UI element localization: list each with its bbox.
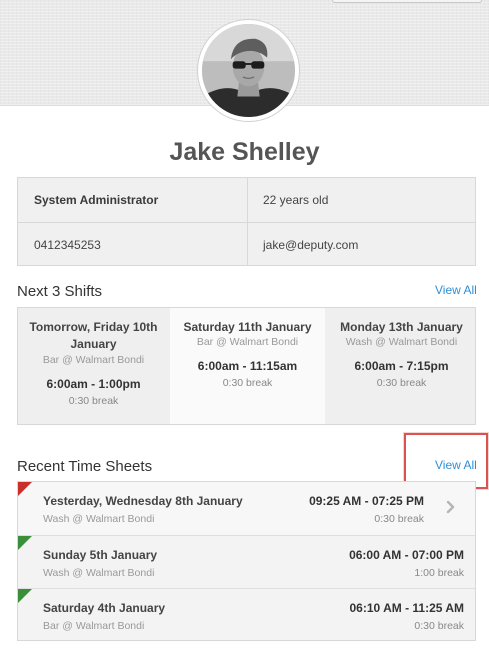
shift-time: 6:00am - 1:00pm [46, 377, 141, 391]
timesheet-status-flag [18, 482, 32, 496]
phone-value: 0412345253 [34, 238, 101, 252]
shifts-view-all-link[interactable]: View All [435, 283, 477, 297]
shift-card[interactable]: Saturday 11th January Bar @ Walmart Bond… [170, 308, 325, 424]
profile-info-table: System Administrator 22 years old 041234… [17, 177, 476, 266]
timesheet-time: 09:25 AM - 07:25 PM [309, 494, 424, 508]
header-tab[interactable] [332, 0, 482, 3]
shift-break: 0:30 break [222, 377, 273, 389]
timesheet-break: 0:30 break [374, 513, 424, 525]
timesheet-day: Yesterday, Wednesday 8th January [43, 494, 243, 508]
email-value: jake@deputy.com [263, 238, 359, 252]
profile-name: Jake Shelley [169, 138, 320, 166]
shift-day-line1: Saturday 11th January [183, 320, 312, 334]
avatar [198, 20, 299, 121]
role-value: System Administrator [34, 193, 159, 207]
recent-timesheets-title: Recent Time Sheets [17, 458, 153, 475]
timesheet-day: Sunday 5th January [43, 548, 158, 562]
timesheet-status-flag [18, 589, 32, 603]
shift-location: Bar @ Walmart Bondi [196, 336, 299, 348]
timesheet-break: 0:30 break [414, 620, 464, 632]
timesheet-row[interactable]: Saturday 4th January Bar @ Walmart Bondi… [18, 588, 475, 641]
shift-location: Bar @ Walmart Bondi [42, 354, 145, 366]
timesheet-location: Bar @ Walmart Bondi [43, 620, 145, 632]
recent-timesheets-list: Yesterday, Wednesday 8th January Wash @ … [17, 481, 476, 641]
shift-location: Wash @ Walmart Bondi [345, 336, 458, 348]
timesheet-time: 06:10 AM - 11:25 AM [349, 601, 465, 615]
next-shifts-panel: Tomorrow, Friday 10th January Bar @ Walm… [17, 307, 476, 425]
shift-card[interactable]: Monday 13th January Wash @ Walmart Bondi… [326, 308, 477, 424]
timesheet-location: Wash @ Walmart Bondi [43, 567, 155, 579]
timesheet-day: Saturday 4th January [43, 601, 166, 615]
shift-break: 0:30 break [68, 395, 119, 407]
age-value: 22 years old [263, 193, 329, 207]
shift-break: 0:30 break [376, 377, 427, 389]
shift-day-line1: Tomorrow, Friday 10th [29, 320, 158, 334]
shift-day-line1: Monday 13th January [340, 320, 463, 334]
shift-time: 6:00am - 7:15pm [354, 359, 449, 373]
timesheet-row[interactable]: Sunday 5th January Wash @ Walmart Bondi … [18, 535, 475, 588]
shift-day-line2: January [70, 337, 117, 351]
timesheet-time: 06:00 AM - 07:00 PM [349, 548, 464, 562]
info-divider-horizontal [18, 222, 475, 223]
shift-card[interactable]: Tomorrow, Friday 10th January Bar @ Walm… [18, 308, 169, 424]
next-shifts-title: Next 3 Shifts [17, 283, 103, 300]
timesheet-row[interactable]: Yesterday, Wednesday 8th January Wash @ … [18, 482, 475, 535]
timesheet-location: Wash @ Walmart Bondi [43, 513, 155, 525]
avatar-photo [202, 24, 295, 117]
timesheet-status-flag [18, 536, 32, 550]
shift-time: 6:00am - 11:15am [197, 359, 298, 373]
timesheet-break: 1:00 break [414, 567, 464, 579]
chevron-right-icon[interactable] [445, 500, 456, 514]
